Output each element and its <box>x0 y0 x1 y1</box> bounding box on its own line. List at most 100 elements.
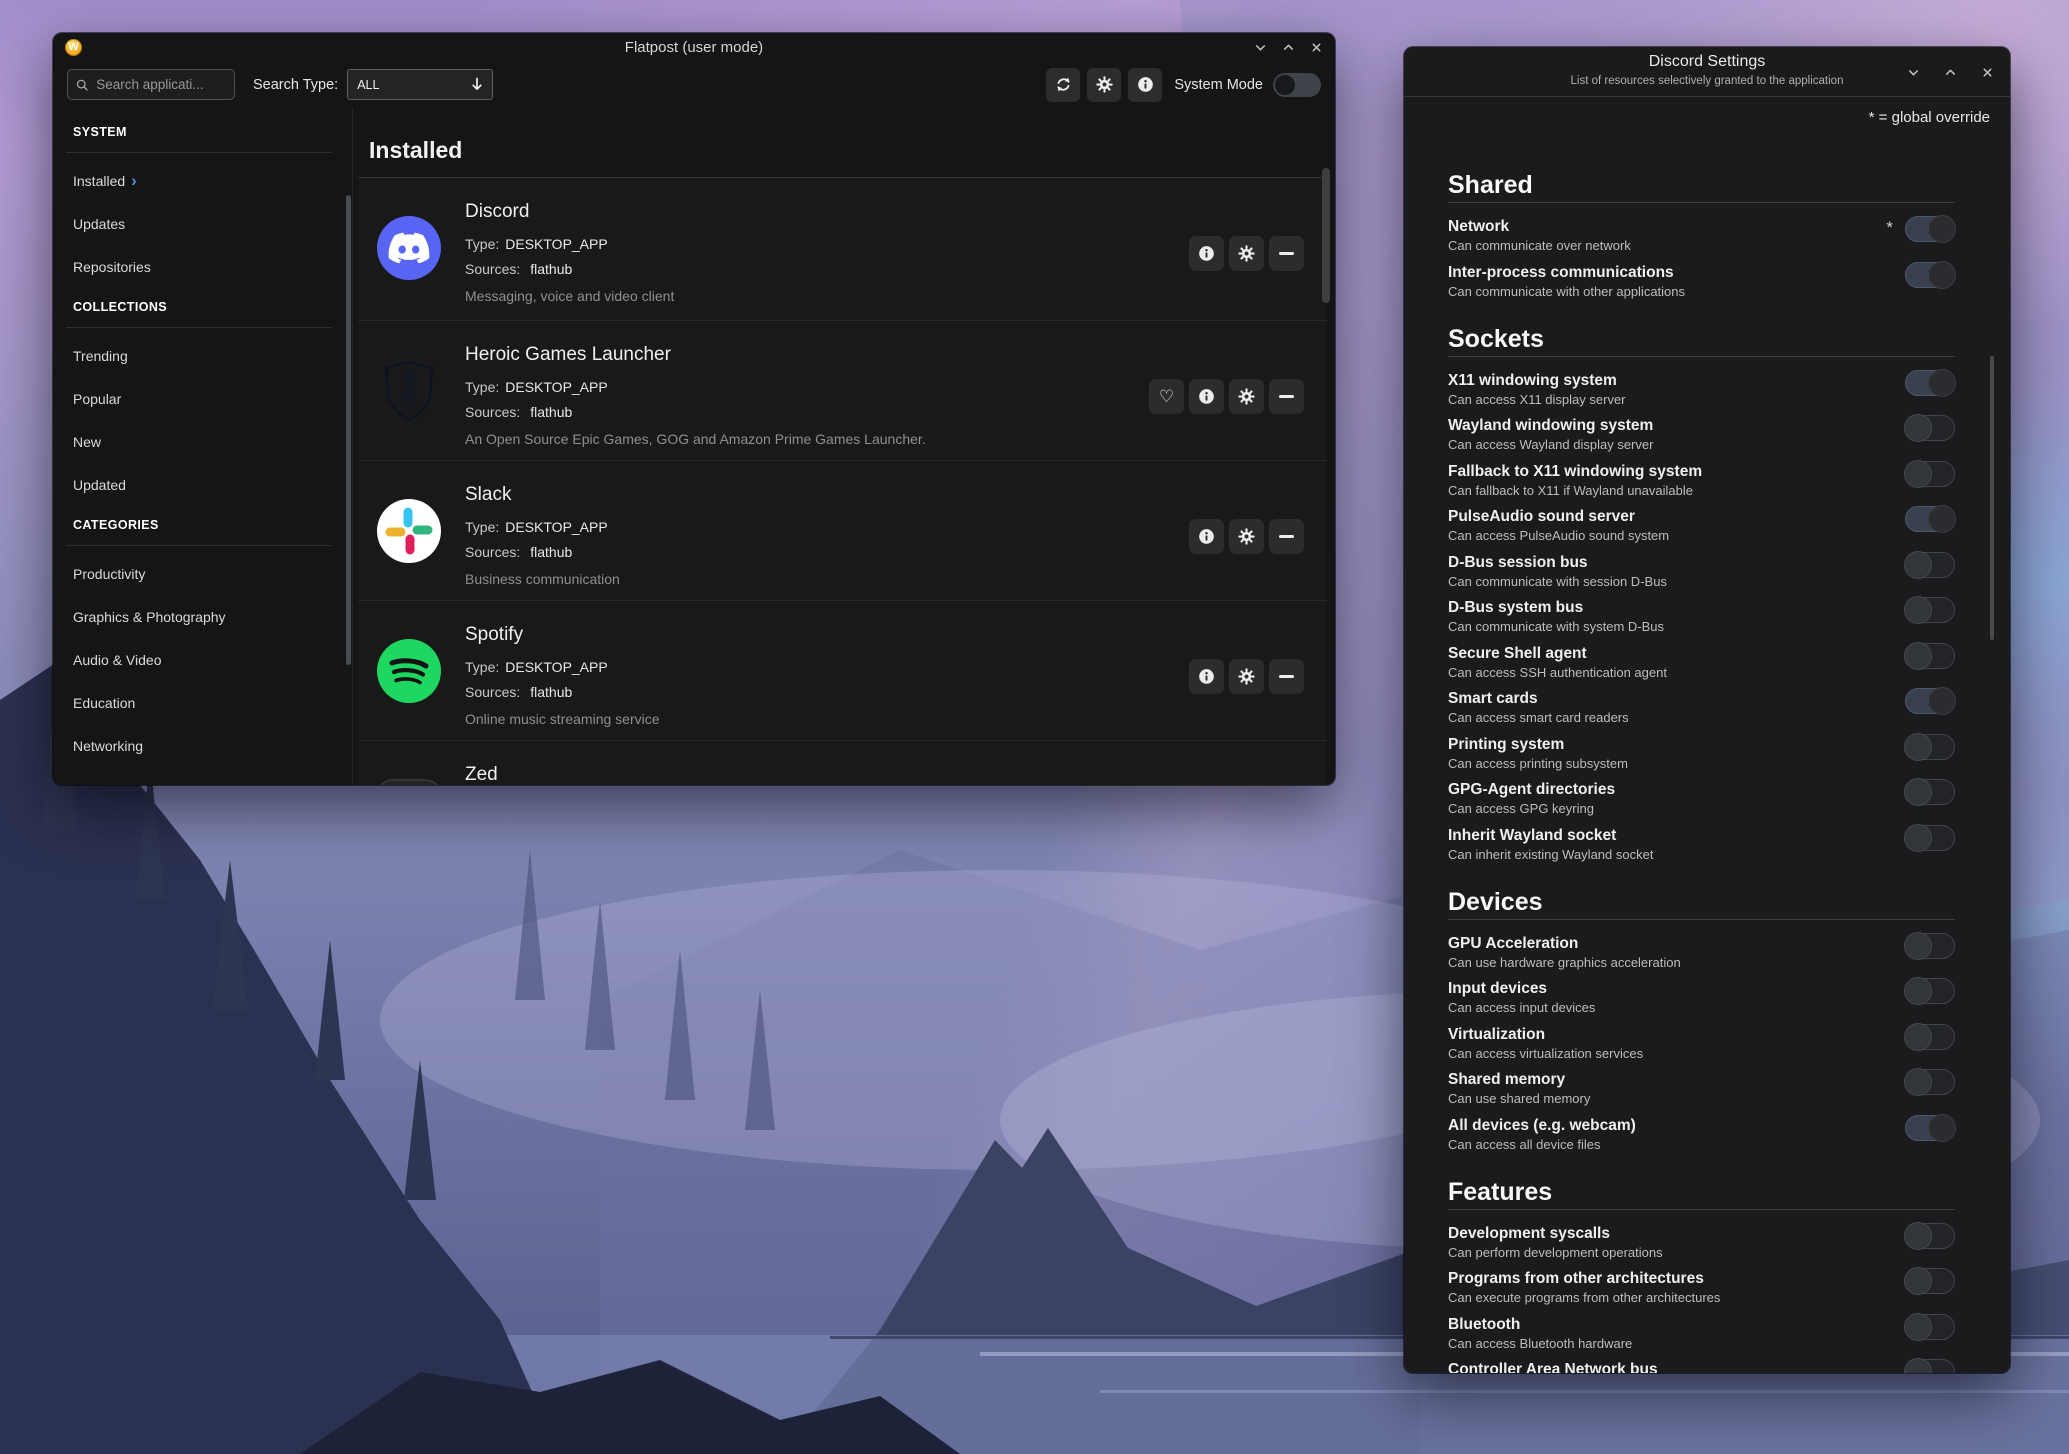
toggle-knob <box>1904 551 1932 579</box>
permission-toggle[interactable] <box>1905 1359 1955 1373</box>
sidebar-item-label: Updates <box>73 216 125 232</box>
permission-toggle[interactable] <box>1905 1268 1955 1294</box>
search-type-dropdown[interactable]: ALL <box>347 69 493 100</box>
maximize-button[interactable] <box>1282 41 1295 54</box>
info-icon <box>1198 388 1215 405</box>
minimize-button[interactable] <box>1907 66 1920 79</box>
sidebar-item-education[interactable]: Education <box>73 681 352 724</box>
permission-toggle[interactable] <box>1905 643 1955 669</box>
slack-app-icon <box>377 499 441 563</box>
spotify-app-icon <box>377 639 441 703</box>
permission-description: Can access GPG keyring <box>1448 800 1955 817</box>
permission-label: Fallback to X11 windowing system <box>1448 461 1955 482</box>
permission-toggle[interactable] <box>1905 216 1955 242</box>
sidebar: SYSTEM Installed › Updates Repositories … <box>53 108 353 785</box>
favorite-button[interactable]: ♡ <box>1149 379 1184 414</box>
info-button[interactable] <box>1189 519 1224 554</box>
sidebar-item-updated[interactable]: Updated <box>73 463 352 506</box>
permission-toggle[interactable] <box>1905 552 1955 578</box>
app-type-label: Type: <box>465 236 499 252</box>
settings-button[interactable] <box>1229 519 1264 554</box>
sidebar-item-repositories[interactable]: Repositories <box>73 245 352 288</box>
app-icon <box>377 499 441 563</box>
sidebar-item-graphics-photography[interactable]: Graphics & Photography <box>73 595 352 638</box>
sidebar-scrollbar-thumb[interactable] <box>346 195 351 665</box>
permission-toggle[interactable] <box>1905 461 1955 487</box>
app-type-value: DESKTOP_APP <box>505 236 607 252</box>
system-mode-toggle[interactable] <box>1273 73 1321 97</box>
permission-label: Printing system <box>1448 734 1955 755</box>
info-button[interactable] <box>1189 379 1224 414</box>
sidebar-item-audio-video[interactable]: Audio & Video <box>73 638 352 681</box>
settings-scrollbar-thumb[interactable] <box>1990 356 1994 640</box>
permission-toggle[interactable] <box>1905 933 1955 959</box>
section-heading: Shared <box>1448 168 1955 202</box>
permission-toggle[interactable] <box>1905 978 1955 1004</box>
search-box[interactable] <box>67 69 235 100</box>
permission-label: D-Bus session bus <box>1448 552 1955 573</box>
sidebar-item-networking[interactable]: Networking <box>73 724 352 767</box>
settings-button[interactable] <box>1229 659 1264 694</box>
permission-toggle[interactable] <box>1905 1069 1955 1095</box>
permission-description: Can access all device files <box>1448 1136 1955 1153</box>
sidebar-item-label: Trending <box>73 348 128 364</box>
sidebar-section: COLLECTIONS Trending Popular New Updated <box>73 295 352 506</box>
gear-icon <box>1238 245 1255 262</box>
permission-label: Wayland windowing system <box>1448 415 1955 436</box>
remove-button[interactable] <box>1269 379 1304 414</box>
refresh-button[interactable] <box>1046 68 1080 102</box>
permission-toggle[interactable] <box>1905 1024 1955 1050</box>
divider <box>66 327 332 328</box>
permission-description: Can communicate with system D-Bus <box>1448 618 1955 635</box>
minimize-button[interactable] <box>1254 41 1267 54</box>
permission-toggle[interactable] <box>1905 415 1955 441</box>
sidebar-item-trending[interactable]: Trending <box>73 334 352 377</box>
flatpost-titlebar[interactable]: W Flatpost (user mode) <box>53 33 1335 61</box>
permission-toggle[interactable] <box>1905 779 1955 805</box>
permission-label: Controller Area Network bus <box>1448 1359 1955 1373</box>
permission-toggle[interactable] <box>1905 1314 1955 1340</box>
remove-button[interactable] <box>1269 659 1304 694</box>
app-icon <box>377 639 441 703</box>
system-mode-label: System Mode <box>1174 77 1263 93</box>
info-button[interactable] <box>1189 236 1224 271</box>
permission-toggle[interactable] <box>1905 734 1955 760</box>
main-scrollbar-thumb[interactable] <box>1322 168 1330 303</box>
remove-button[interactable] <box>1269 236 1304 271</box>
permission-description: Can communicate with other applications <box>1448 283 1955 300</box>
toggle-knob <box>1928 369 1956 397</box>
sidebar-item-new[interactable]: New <box>73 420 352 463</box>
permission-toggle[interactable] <box>1905 1115 1955 1141</box>
sidebar-item-productivity[interactable]: Productivity <box>73 552 352 595</box>
sidebar-item-installed[interactable]: Installed › <box>73 159 352 202</box>
permission-toggle[interactable] <box>1905 1223 1955 1249</box>
permission-toggle[interactable] <box>1905 825 1955 851</box>
search-input[interactable] <box>94 76 226 93</box>
settings-button[interactable] <box>1229 236 1264 271</box>
app-icon <box>377 779 441 785</box>
settings-button[interactable] <box>1229 379 1264 414</box>
app-description: An Open Source Epic Games, GOG and Amazo… <box>465 431 926 447</box>
sidebar-item-popular[interactable]: Popular <box>73 377 352 420</box>
info-button[interactable] <box>1189 659 1224 694</box>
sidebar-item-updates[interactable]: Updates <box>73 202 352 245</box>
app-name: Slack <box>465 484 511 506</box>
permission-toggle[interactable] <box>1905 370 1955 396</box>
info-button[interactable] <box>1128 68 1162 102</box>
permission-toggle[interactable] <box>1905 262 1955 288</box>
permission-toggle[interactable] <box>1905 506 1955 532</box>
maximize-button[interactable] <box>1944 66 1957 79</box>
app-type-value: DESKTOP_APP <box>505 519 607 535</box>
settings-titlebar[interactable]: Discord Settings List of resources selec… <box>1404 47 2010 97</box>
discord-settings-window: Discord Settings List of resources selec… <box>1404 47 2010 1373</box>
permission-toggle[interactable] <box>1905 597 1955 623</box>
remove-button[interactable] <box>1269 519 1304 554</box>
settings-button[interactable] <box>1087 68 1121 102</box>
permission-row-development-syscalls: Development syscalls Can perform develop… <box>1448 1223 1955 1263</box>
close-button[interactable] <box>1310 41 1323 54</box>
app-name: Spotify <box>465 624 523 646</box>
permission-toggle[interactable] <box>1905 688 1955 714</box>
close-button[interactable] <box>1981 66 1994 79</box>
toggle-knob <box>1928 505 1956 533</box>
search-type-value: ALL <box>357 78 471 92</box>
